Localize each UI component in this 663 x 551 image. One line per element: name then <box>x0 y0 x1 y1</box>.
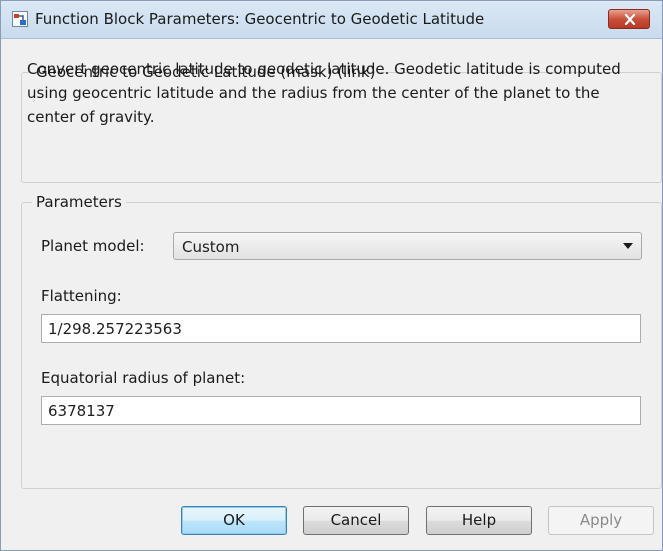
planet-model-select[interactable]: Custom <box>173 232 642 260</box>
ok-button[interactable]: OK <box>181 506 287 535</box>
help-button[interactable]: Help <box>426 506 532 535</box>
apply-button[interactable]: Apply <box>548 506 654 535</box>
dialog-window: Function Block Parameters: Geocentric to… <box>0 0 663 551</box>
flattening-label: Flattening: <box>41 287 122 305</box>
parameters-group-legend: Parameters <box>36 193 122 211</box>
simulink-block-icon <box>12 11 28 27</box>
chevron-down-icon <box>623 243 633 249</box>
cancel-button[interactable]: Cancel <box>303 506 409 535</box>
equatorial-radius-input[interactable]: 6378137 <box>41 396 641 425</box>
equatorial-radius-value: 6378137 <box>48 402 115 420</box>
block-description: Convert geocentric latitude to geodetic … <box>27 60 621 126</box>
equatorial-radius-label: Equatorial radius of planet: <box>41 369 246 387</box>
planet-model-value: Custom <box>182 238 240 256</box>
window-title: Function Block Parameters: Geocentric to… <box>35 10 485 28</box>
title-bar[interactable]: Function Block Parameters: Geocentric to… <box>1 1 662 39</box>
flattening-value: 1/298.257223563 <box>48 320 182 338</box>
close-icon <box>624 14 636 25</box>
planet-model-label: Planet model: <box>41 237 145 255</box>
close-button[interactable] <box>608 9 650 29</box>
flattening-input[interactable]: 1/298.257223563 <box>41 314 641 343</box>
